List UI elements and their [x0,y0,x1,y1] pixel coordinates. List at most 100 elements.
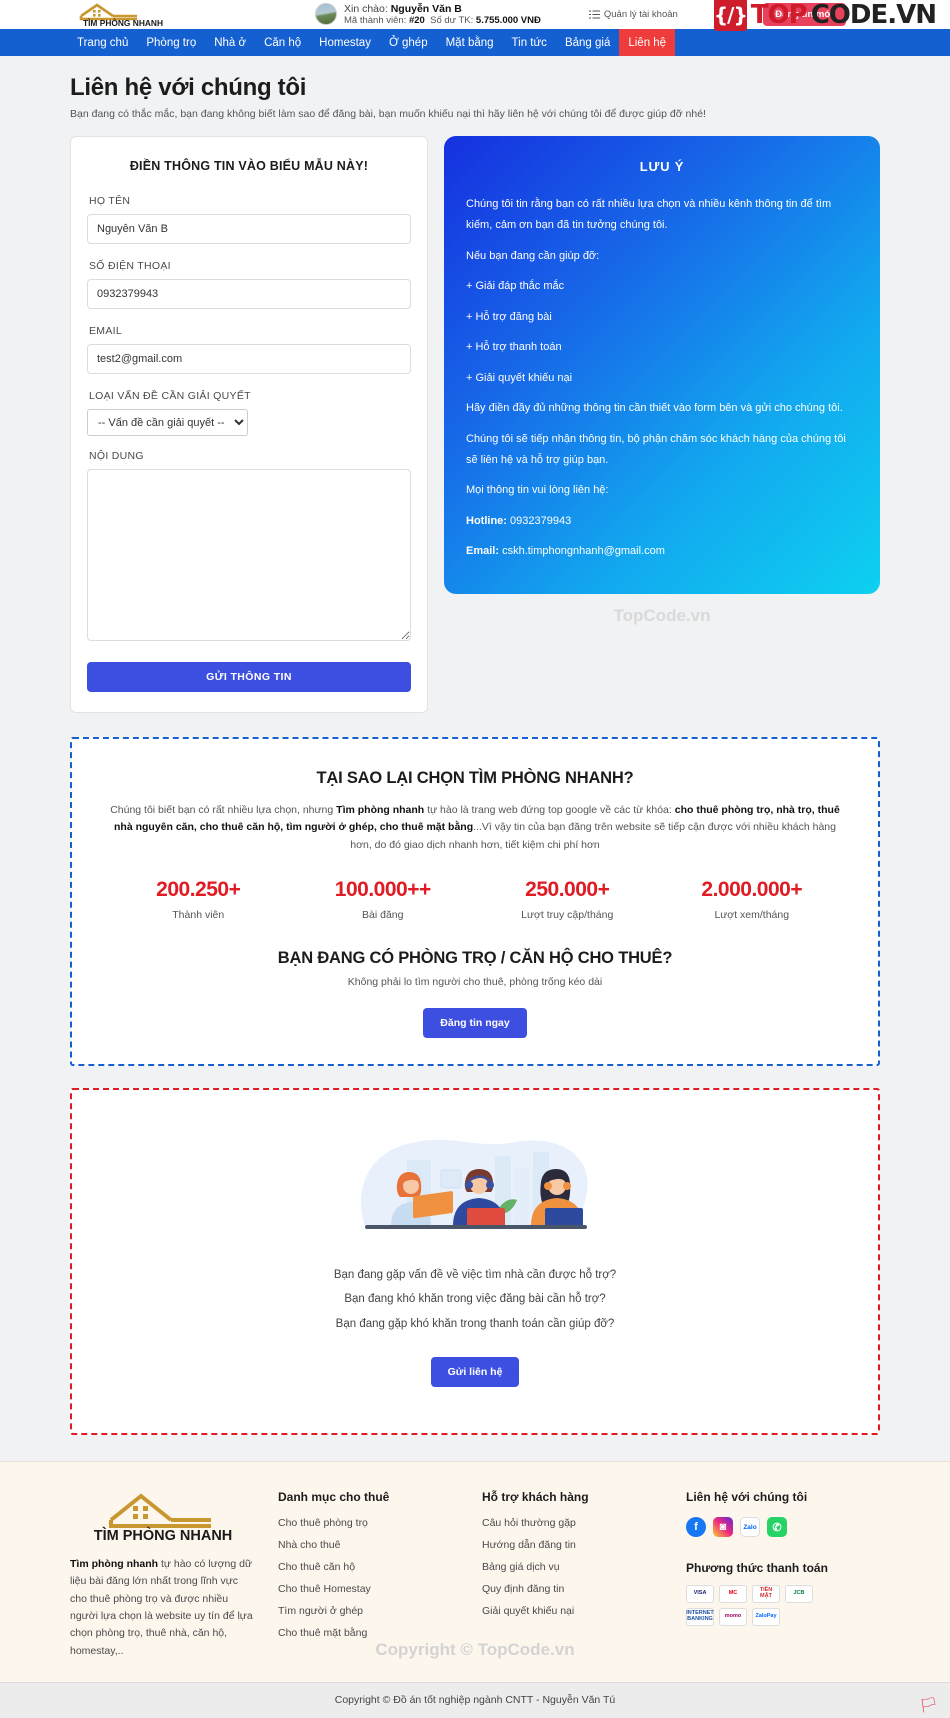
content-field-label: NỘI DUNG [89,450,144,462]
topcode-watermark: {/} TOP CODE.VN [713,0,937,31]
greeting-label: Xin chào: [344,2,388,15]
content-textarea[interactable] [87,469,411,641]
user-greeting: Xin chào: Nguyễn Văn B Mã thành viên: #2… [315,3,541,27]
customer-support-team-illustration [360,1139,588,1229]
footer-support-link-0[interactable]: Câu hỏi thường gặp [482,1517,664,1529]
nav-item-6[interactable]: Mặt bằng [437,29,503,56]
stat-value: 200.250+ [156,877,241,901]
stat-item-2: 250.000+ Lượt truy cập/tháng [475,878,660,921]
avatar[interactable] [315,3,337,26]
nav-item-5[interactable]: Ở ghép [380,29,437,56]
footer-support-link-1[interactable]: Hướng dẫn đăng tin [482,1539,664,1551]
page-subtitle: Bạn đang có thắc mắc, bạn đang không biế… [70,108,706,120]
footer-support-list: Câu hỏi thường gặp Hướng dẫn đăng tin Bảng… [482,1517,664,1617]
footer-about-column: TÌM PHÒNG NHANH Tìm phòng nhanh tự hào c… [70,1488,256,1660]
stat-value: 2.000.000+ [701,877,803,901]
note-hotline-line: Hotline: 0932379943 [466,511,858,532]
watermark-rest: CODE.VN [810,0,937,30]
user-name: Nguyễn Văn B [390,2,462,15]
nav-item-0[interactable]: Trang chủ [68,29,137,56]
stat-item-3: 2.000.000+ Lượt xem/tháng [660,878,845,921]
corner-flag-icon: 🏳 [918,1696,938,1714]
logo-house-icon: TÌM PHÒNG NHANH [79,3,163,27]
footer-rent-link-1[interactable]: Nhà cho thuê [278,1539,460,1551]
visa-card: VISA [686,1585,714,1604]
footer-logo-icon: TÌM PHÒNG NHANH [94,1493,232,1544]
facebook-icon[interactable]: f [686,1517,706,1538]
footer-support-link-4[interactable]: Giải quyết khiếu nại [482,1605,664,1617]
footer-rent-link-5[interactable]: Cho thuê mặt bằng [278,1627,460,1639]
stat-item-1: 100.000++ Bài đăng [291,878,476,921]
statistics-row: 200.250+ Thành viên 100.000++ Bài đăng 250.0… [106,878,844,921]
stat-item-0: 200.250+ Thành viên [106,878,291,921]
phone-icon[interactable]: ✆ [767,1517,787,1538]
nav-item-8[interactable]: Bảng giá [556,29,619,56]
footer-rent-link-2[interactable]: Cho thuê căn hộ [278,1561,460,1573]
phone-input[interactable] [87,279,411,309]
issue-type-select[interactable]: -- Vấn đề cần giải quyết -- [87,409,248,436]
why-choose-us-section: TẠI SAO LẠI CHỌN TÌM PHÒNG NHANH? Chúng … [70,737,880,1066]
note-email-value[interactable]: cskh.timphongnhanh@gmail.com [502,545,665,557]
note-paragraph-2: + Giải đáp thắc mắc [466,280,565,293]
email-input[interactable] [87,344,411,374]
note-watermark: TopCode.vn [613,605,711,625]
footer-about-text: Tìm phòng nhanh tự hào có lượng dữ liệu … [70,1556,256,1660]
footer-rent-link-3[interactable]: Cho thuê Homestay [278,1583,460,1595]
footer-rent-link-0[interactable]: Cho thuê phòng trọ [278,1517,460,1529]
hotline-label: Hotline: [466,514,507,527]
post-listing-now-button[interactable]: Đăng tin ngay [423,1007,527,1038]
send-contact-button[interactable]: Gửi liên hệ [430,1357,520,1388]
hotline-value[interactable]: 0932379943 [510,515,571,527]
payment-methods-list: VISA MC TIỀN MẶT JCB INTERNET BANKING momo Zal… [686,1585,816,1627]
site-logo[interactable]: TÌM PHÒNG NHANH [10,2,235,27]
account-management-link[interactable]: Quản lý tài khoản [588,9,678,20]
footer-rent-list: Cho thuê phòng trọ Nhà cho thuê Cho thuê c… [278,1517,460,1639]
note-paragraph-1: Nếu bạn đang cần giúp đỡ: [466,249,600,262]
contact-form-card: ĐIỀN THÔNG TIN VÀO BIỂU MẪU NÀY! HỌ TÊN … [70,136,428,713]
copyright-text: Copyright © Đồ án tốt nghiệp ngành CNTT … [334,1693,616,1706]
nav-item-4[interactable]: Homestay [310,29,380,56]
nav-item-1[interactable]: Phòng trọ [137,29,205,56]
form-heading: ĐIỀN THÔNG TIN VÀO BIỂU MẪU NÀY! [129,159,369,173]
nav-item-9[interactable]: Liên hệ [619,29,676,56]
why-description: Chúng tôi biết bạn có rất nhiều lựa chọn… [106,802,844,854]
footer-support-link-3[interactable]: Quy định đăng tin [482,1583,664,1595]
internet-banking: INTERNET BANKING [686,1608,714,1627]
nav-item-7[interactable]: Tin tức [503,29,556,56]
email-field-label: EMAIL [89,325,123,337]
footer-about-body: tự hào có lượng dữ liệu bài đăng lớn nhấ… [70,1558,253,1657]
footer-support-title: Hỗ trợ khách hàng [482,1490,589,1505]
note-paragraph-8: Mọi thông tin vui lòng liên hệ: [466,484,609,497]
support-text-lines: Bạn đang gặp vấn đề về việc tìm nhà cần … [102,1266,848,1333]
balance-label: Số dư TK: [430,14,474,26]
footer-support-column: Hỗ trợ khách hàng Câu hỏi thường gặp Hướn… [482,1488,664,1660]
note-paragraph-3: + Hỗ trợ đăng bài [466,310,552,323]
stat-value: 100.000++ [334,877,431,901]
balance-value: 5.755.000 VNĐ [475,14,541,26]
footer-rent-link-4[interactable]: Tìm người ở ghép [278,1605,460,1617]
footer-contact-title: Liên hệ với chúng tôi [686,1490,808,1505]
name-input[interactable] [87,214,411,244]
note-paragraph-5: + Giải quyết khiếu nại [466,371,573,384]
name-field-label: HỌ TÊN [89,195,131,207]
note-paragraph-4: + Hỗ trợ thanh toán [466,341,562,354]
zalopay-wallet: ZaloPay [752,1608,780,1627]
nav-item-2[interactable]: Nhà ở [205,29,255,56]
why-heading: TẠI SAO LẠI CHỌN TÌM PHÒNG NHANH? [316,769,634,787]
submit-button[interactable]: GỬI THÔNG TIN [87,662,411,692]
instagram-icon[interactable]: ◙ [713,1517,733,1538]
footer-rent-column: Danh mục cho thuê Cho thuê phòng trọ Nhà … [278,1488,460,1660]
nav-item-3[interactable]: Căn hộ [255,29,310,56]
stat-label: Lượt truy cập/tháng [521,908,614,921]
zalo-icon[interactable]: Zalo [740,1517,760,1538]
topcode-badge-icon: {/} [713,0,748,31]
footer-support-link-2[interactable]: Bảng giá dịch vụ [482,1561,664,1573]
why-desc-part1: Chúng tôi biết bạn có rất nhiều lựa chọn… [110,804,337,816]
cta-heading: BẠN ĐANG CÓ PHÒNG TRỌ / CĂN HỘ CHO THUÊ? [277,948,673,967]
account-link-label: Quản lý tài khoản [603,9,678,20]
stat-value: 250.000+ [525,877,610,901]
note-panel-wrapper: LƯU Ý Chúng tôi tin rằng bạn có rất nhiề… [444,136,880,626]
issue-type-label: LOẠI VẤN ĐỀ CẦN GIẢI QUYẾT [89,390,251,402]
mastercard: MC [719,1585,747,1604]
top-bar: TÌM PHÒNG NHANH Xin chào: Nguyễn Văn B M… [0,0,950,31]
